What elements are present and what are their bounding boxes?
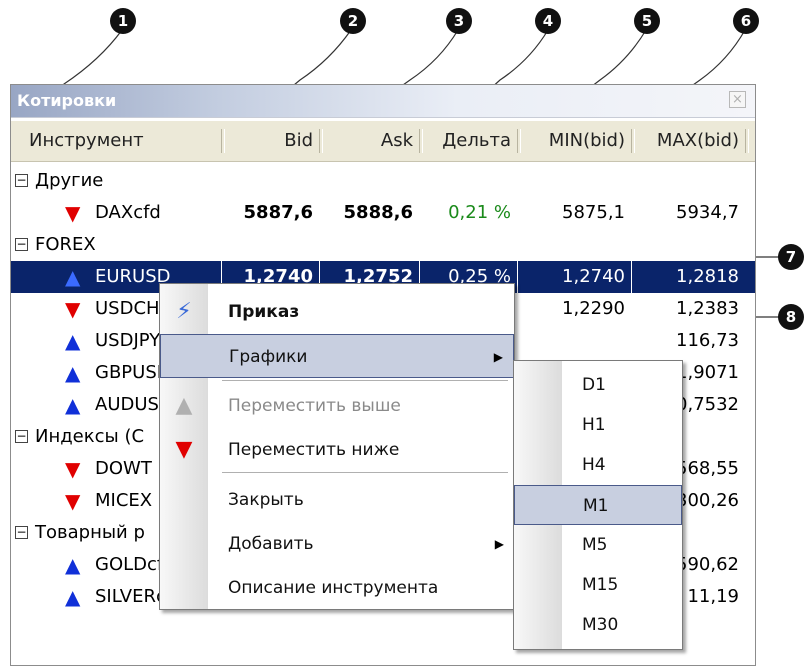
timeframe-item-m30[interactable]: M30 <box>514 605 682 645</box>
menu-item-label: Закрыть <box>228 490 304 510</box>
menu-item-label: Переместить ниже <box>228 440 400 460</box>
menu-separator <box>222 380 508 381</box>
instrument-symbol: USDJPY <box>95 330 161 351</box>
group-row[interactable]: − FOREX <box>11 229 755 261</box>
callout-7: 7 <box>778 244 804 270</box>
callout-8: 8 <box>778 304 804 330</box>
menu-item-label: Переместить выше <box>228 396 401 416</box>
lightning-icon: ⚡ <box>176 299 192 324</box>
window-titlebar[interactable]: Котировки × <box>11 85 755 118</box>
group-label: FOREX <box>35 234 96 255</box>
context-menu: ⚡ Приказ Графики ▶ ▲ Переместить выше ▼ Перемес… <box>159 283 515 610</box>
menu-item-move-up[interactable]: ▲ Переместить выше <box>160 384 514 428</box>
arrow-up-icon: ▲ <box>65 361 81 385</box>
charts-submenu: D1 H1 H4 M1 M5 M15 M30 <box>513 360 683 650</box>
group-row[interactable]: − Другие <box>11 165 755 197</box>
bid-cell: 5887,6 <box>243 202 313 223</box>
menu-item-label: Добавить <box>228 534 314 554</box>
submenu-arrow-icon: ▶ <box>494 537 504 551</box>
min-bid-cell: 1,2740 <box>562 266 625 287</box>
column-header-instrument[interactable]: Инструмент <box>11 121 221 161</box>
timeframe-label: M30 <box>582 615 619 635</box>
menu-item-charts[interactable]: Графики ▶ <box>160 334 514 378</box>
menu-item-label: Приказ <box>228 302 300 322</box>
instrument-symbol: DOWT <box>95 458 152 479</box>
arrow-up-icon: ▲ <box>65 585 81 609</box>
menu-item-order[interactable]: ⚡ Приказ <box>160 290 514 334</box>
arrow-down-icon: ▼ <box>175 437 193 462</box>
group-label: Другие <box>35 170 104 191</box>
instrument-symbol: DAXcfd <box>95 202 161 223</box>
arrow-up-icon: ▲ <box>65 553 81 577</box>
callout-2: 2 <box>340 8 366 34</box>
timeframe-label: H1 <box>582 415 606 435</box>
arrow-down-icon: ▼ <box>65 489 81 513</box>
arrow-down-icon: ▼ <box>65 201 81 225</box>
callout-4: 4 <box>535 8 561 34</box>
min-bid-cell: 5875,1 <box>562 202 625 223</box>
menu-item-label: Описание инструмента <box>228 578 439 598</box>
callout-5: 5 <box>634 8 660 34</box>
column-header-bid[interactable]: Bid <box>223 121 319 161</box>
arrow-down-icon: ▼ <box>65 297 81 321</box>
menu-item-move-down[interactable]: ▼ Переместить ниже <box>160 428 514 472</box>
min-bid-cell <box>519 325 631 357</box>
menu-item-description[interactable]: Описание инструмента <box>160 566 514 610</box>
table-row[interactable]: ▼ DAXcfd 5887,6 5888,6 0,21 % 5875,1 5934,7 <box>11 197 755 229</box>
ask-cell: 5888,6 <box>343 202 413 223</box>
max-bid-cell: 1,2383 <box>676 298 739 319</box>
callout-6: 6 <box>733 8 759 34</box>
arrow-up-icon: ▲ <box>65 265 81 289</box>
timeframe-label: M1 <box>583 496 609 516</box>
column-header-max-bid[interactable]: MAX(bid) <box>633 121 745 161</box>
callout-3: 3 <box>446 8 472 34</box>
menu-item-label: Графики <box>229 347 308 367</box>
timeframe-item-h4[interactable]: H4 <box>514 445 682 485</box>
timeframe-item-m15[interactable]: M15 <box>514 565 682 605</box>
column-header-ask[interactable]: Ask <box>321 121 419 161</box>
timeframe-label: H4 <box>582 455 606 475</box>
timeframe-item-m5[interactable]: M5 <box>514 525 682 565</box>
window-title: Котировки <box>17 91 117 110</box>
column-header: Инструмент Bid Ask Дельта MIN(bid) MAX(b… <box>11 121 755 162</box>
max-bid-cell: 5934,7 <box>676 202 739 223</box>
menu-separator <box>222 472 508 473</box>
timeframe-label: D1 <box>582 375 606 395</box>
min-bid-cell: 1,2290 <box>562 298 625 319</box>
submenu-arrow-icon: ▶ <box>493 350 503 364</box>
menu-item-add[interactable]: Добавить ▶ <box>160 522 514 566</box>
column-header-min-bid[interactable]: MIN(bid) <box>519 121 631 161</box>
close-icon[interactable]: × <box>729 91 746 108</box>
timeframe-item-h1[interactable]: H1 <box>514 405 682 445</box>
timeframe-item-d1[interactable]: D1 <box>514 365 682 405</box>
timeframe-label: M5 <box>582 535 608 555</box>
column-header-delta[interactable]: Дельта <box>421 121 517 161</box>
delta-cell: 0,21 % <box>448 202 511 223</box>
arrow-up-icon: ▲ <box>65 393 81 417</box>
timeframe-label: M15 <box>582 575 619 595</box>
timeframe-item-m1[interactable]: M1 <box>514 485 682 525</box>
max-bid-cell: 116,73 <box>676 330 739 351</box>
arrow-up-icon: ▲ <box>175 393 193 418</box>
max-bid-cell: 1,2818 <box>676 266 739 287</box>
instrument-symbol: MICEX <box>95 490 153 511</box>
arrow-down-icon: ▼ <box>65 457 81 481</box>
arrow-up-icon: ▲ <box>65 329 81 353</box>
menu-item-close[interactable]: Закрыть <box>160 478 514 522</box>
callout-1: 1 <box>110 8 136 34</box>
